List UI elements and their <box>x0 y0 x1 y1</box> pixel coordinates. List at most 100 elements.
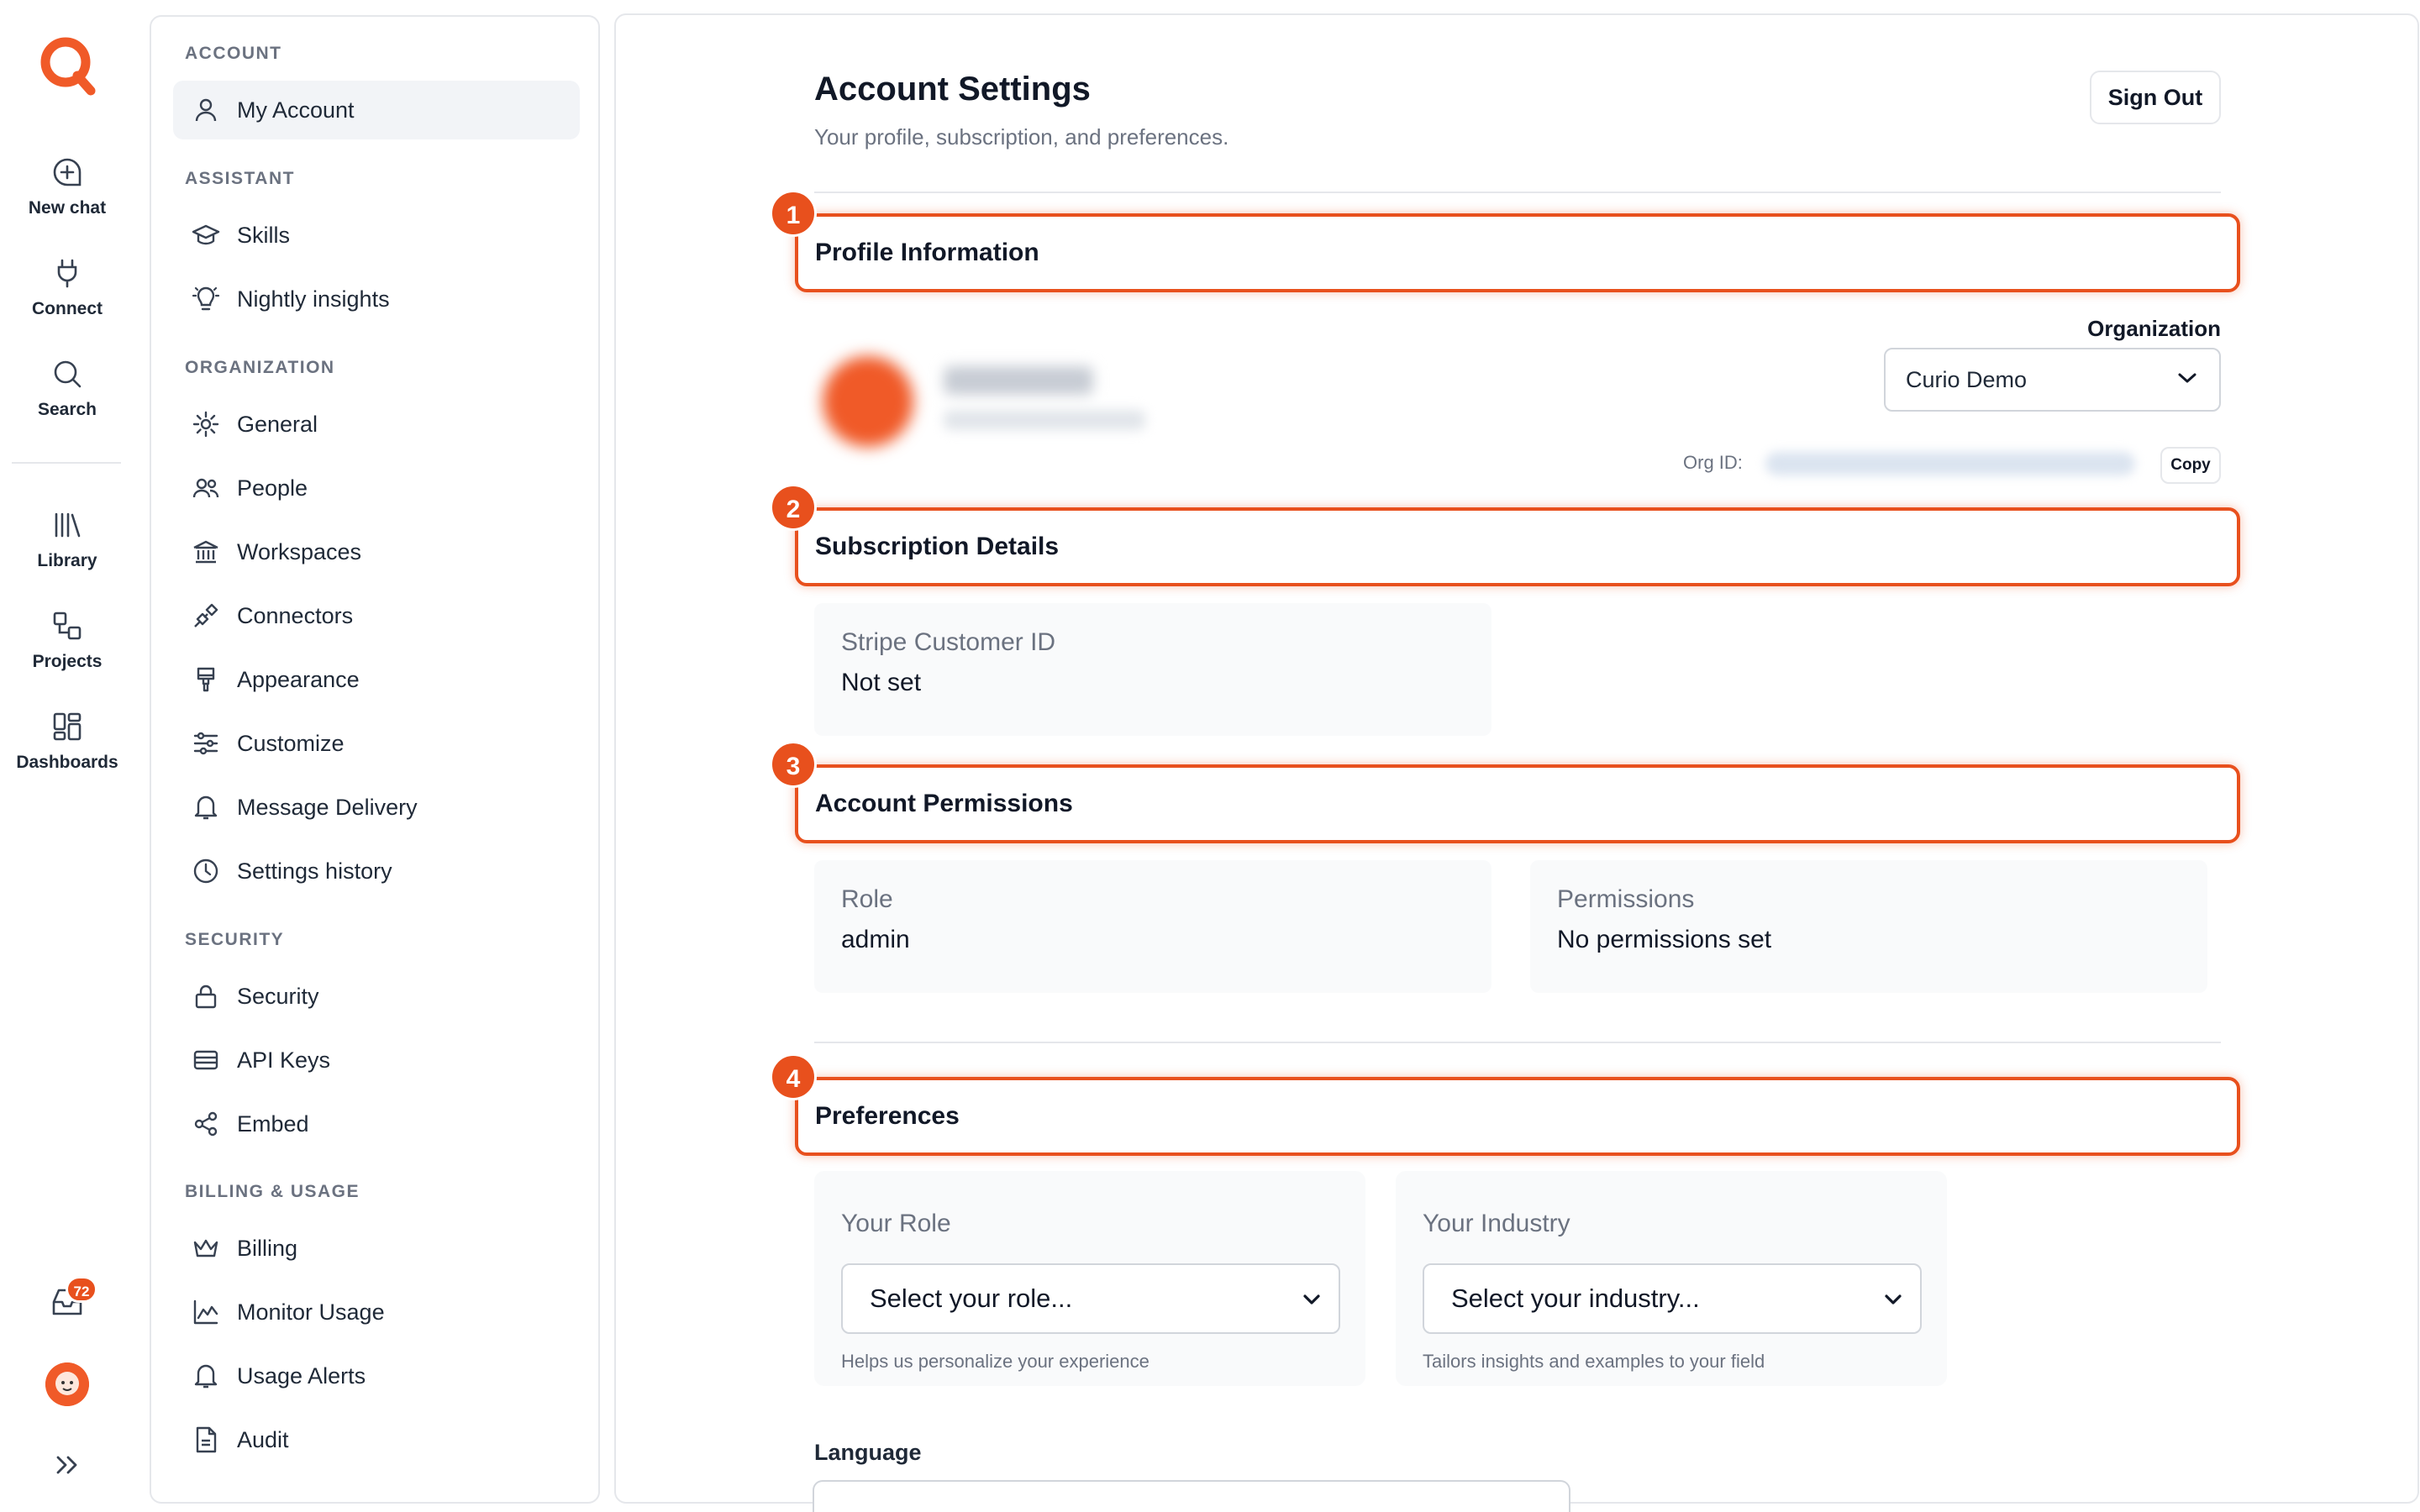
sidebar-item-billing[interactable]: Billing <box>173 1219 580 1278</box>
app-logo-icon[interactable] <box>35 34 99 97</box>
sidebar-item-label: Settings history <box>237 858 392 884</box>
stripe-customer-label: Stripe Customer ID <box>841 628 1056 656</box>
section-subscription-details: Subscription Details <box>795 507 2240 586</box>
language-select[interactable] <box>813 1480 1570 1512</box>
gear-icon <box>192 411 219 438</box>
dashboards-icon <box>53 712 82 741</box>
graduation-cap-icon <box>192 224 220 245</box>
sidebar-item-security[interactable]: Security <box>173 967 580 1026</box>
sidebar-item-customize[interactable]: Customize <box>173 714 580 773</box>
rail-library[interactable]: Library <box>0 509 134 571</box>
your-industry-card: Your Industry Select your industry... Ta… <box>1396 1171 1947 1386</box>
section-title: Preferences <box>815 1102 960 1130</box>
profile-name-redacted <box>944 366 1093 395</box>
sidebar-item-label: API Keys <box>237 1047 331 1073</box>
org-id-value-redacted <box>1765 452 2135 475</box>
chevron-down-icon <box>2178 373 2196 383</box>
profile-email-redacted <box>944 410 1145 430</box>
sidebar-item-monitor-usage[interactable]: Monitor Usage <box>173 1283 580 1341</box>
your-industry-label: Your Industry <box>1423 1210 1570 1237</box>
section-header-security: SECURITY <box>185 930 285 949</box>
share-nodes-icon <box>194 1111 218 1137</box>
your-role-label: Your Role <box>841 1210 951 1237</box>
user-avatar[interactable] <box>45 1362 89 1406</box>
api-key-icon <box>193 1050 218 1070</box>
profile-avatar <box>823 356 913 447</box>
sliders-icon <box>193 732 218 755</box>
building-icon <box>193 540 218 564</box>
sidebar-item-settings-history[interactable]: Settings history <box>173 842 580 900</box>
rail-label: Projects <box>32 652 103 671</box>
chevron-down-icon <box>1303 1294 1320 1305</box>
sidebar-item-workspaces[interactable]: Workspaces <box>173 522 580 581</box>
clock-icon <box>193 858 218 884</box>
bell-icon <box>194 1364 218 1389</box>
sidebar-item-label: Connectors <box>237 602 354 628</box>
connector-icon <box>194 603 218 627</box>
sidebar-item-connectors[interactable]: Connectors <box>173 586 580 645</box>
sidebar-item-message-delivery[interactable]: Message Delivery <box>173 778 580 837</box>
sidebar-item-my-account[interactable]: My Account <box>173 81 580 139</box>
rail-connect[interactable]: Connect <box>0 257 134 319</box>
divider <box>814 1042 2221 1043</box>
stripe-customer-card: Stripe Customer ID Not set <box>814 603 1491 736</box>
sidebar-item-label: Message Delivery <box>237 794 418 820</box>
document-icon <box>196 1426 217 1453</box>
step-badge: 3 <box>770 741 817 788</box>
sidebar-item-label: Billing <box>237 1235 298 1261</box>
section-header-account: ACCOUNT <box>185 44 282 63</box>
sidebar-item-label: Security <box>237 983 319 1009</box>
role-card: Role admin <box>814 860 1491 993</box>
sidebar-item-people[interactable]: People <box>173 459 580 517</box>
sidebar-item-label: General <box>237 411 318 437</box>
sidebar-item-nightly-insights[interactable]: Nightly insights <box>173 270 580 328</box>
rail-new-chat[interactable]: New chat <box>0 156 134 218</box>
app-rail: New chat Connect Search Library Projects <box>0 0 134 1512</box>
language-label: Language <box>814 1440 922 1465</box>
sidebar-item-usage-alerts[interactable]: Usage Alerts <box>173 1347 580 1405</box>
rail-label: Dashboards <box>16 753 118 772</box>
sidebar-item-embed[interactable]: Embed <box>173 1095 580 1153</box>
your-role-select[interactable]: Select your role... <box>841 1263 1340 1334</box>
organization-label: Organization <box>2087 316 2221 341</box>
settings-sidebar: ACCOUNT My Account ASSISTANT Skills Nigh… <box>150 15 600 1504</box>
line-chart-icon <box>193 1299 218 1325</box>
step-badge: 1 <box>770 190 817 237</box>
sidebar-item-label: Workspaces <box>237 538 362 564</box>
sidebar-item-api-keys[interactable]: API Keys <box>173 1031 580 1089</box>
section-title: Subscription Details <box>815 533 1060 560</box>
rail-projects[interactable]: Projects <box>0 610 134 672</box>
your-role-card: Your Role Select your role... Helps us p… <box>814 1171 1365 1386</box>
section-header-organization: ORGANIZATION <box>185 358 335 377</box>
rail-dashboards[interactable]: Dashboards <box>0 711 134 773</box>
sidebar-item-skills[interactable]: Skills <box>173 206 580 265</box>
lightbulb-icon <box>192 286 220 311</box>
sidebar-item-audit[interactable]: Audit <box>173 1410 580 1469</box>
organization-select-value: Curio Demo <box>1906 366 2028 392</box>
sidebar-item-label: People <box>237 475 308 501</box>
organization-select[interactable]: Curio Demo <box>1884 348 2221 412</box>
page-title: Account Settings <box>814 71 1091 108</box>
account-settings-panel: Account Settings Your profile, subscript… <box>614 13 2419 1504</box>
sign-out-button[interactable]: Sign Out <box>2090 71 2221 124</box>
section-title: Profile Information <box>815 239 1039 266</box>
sidebar-item-label: Monitor Usage <box>237 1299 385 1325</box>
expand-sidebar-icon[interactable] <box>54 1453 81 1477</box>
search-icon <box>54 360 82 388</box>
your-industry-select[interactable]: Select your industry... <box>1423 1263 1922 1334</box>
rail-label: Connect <box>32 299 103 318</box>
rail-label: New chat <box>28 198 107 218</box>
sidebar-item-general[interactable]: General <box>173 395 580 454</box>
crown-icon <box>193 1239 218 1257</box>
sidebar-item-label: Customize <box>237 730 345 756</box>
inbox-count-badge: 72 <box>66 1276 97 1303</box>
sidebar-item-appearance[interactable]: Appearance <box>173 650 580 709</box>
copy-org-id-button[interactable]: Copy <box>2160 447 2221 484</box>
section-preferences: Preferences <box>795 1077 2240 1156</box>
avatar-face-icon <box>45 1362 89 1406</box>
chevron-down-icon <box>1885 1294 1902 1305</box>
section-header-assistant: ASSISTANT <box>185 169 295 188</box>
rail-search[interactable]: Search <box>0 358 134 420</box>
new-chat-icon <box>53 158 82 186</box>
sidebar-item-label: Appearance <box>237 666 360 692</box>
